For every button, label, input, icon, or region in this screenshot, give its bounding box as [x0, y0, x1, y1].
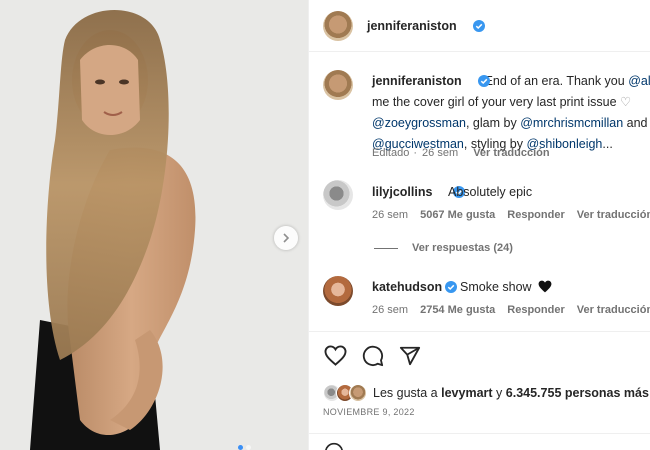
carousel-dot	[246, 445, 251, 450]
next-image-button[interactable]	[274, 226, 298, 250]
divider-line	[374, 247, 398, 249]
share-button[interactable]	[399, 345, 421, 372]
post-details-panel: jenniferaniston jenniferaniston End of a…	[308, 0, 650, 450]
view-replies-label: Ver respuestas (24)	[412, 242, 513, 254]
liker-username[interactable]: levymart	[441, 386, 492, 400]
post-actions	[309, 331, 650, 381]
caption-author-avatar[interactable]	[323, 70, 353, 100]
emoji-picker-button[interactable]	[324, 442, 344, 450]
comment-avatar[interactable]	[323, 180, 353, 210]
post-author-username[interactable]: jenniferaniston	[367, 19, 457, 33]
liker-avatar	[349, 384, 367, 402]
caption: jenniferaniston End of an era. Thank you…	[372, 71, 650, 155]
see-translation-link[interactable]: Ver traducción	[577, 209, 650, 221]
caption-ellipsis: ...	[602, 137, 613, 151]
view-replies-button[interactable]: Ver respuestas (24)	[374, 242, 513, 254]
caption-line1: End of an era. Thank you	[484, 74, 625, 88]
photo-illustration	[0, 0, 308, 450]
mention-link[interactable]: @mrchrismcmillan	[520, 116, 623, 130]
verified-badge-icon	[473, 20, 485, 32]
post-header: jenniferaniston	[309, 0, 650, 52]
post-image[interactable]	[0, 0, 308, 450]
comment-meta: 26 sem 2754 Me gusta Responder Ver traducci…	[372, 304, 650, 316]
reply-button[interactable]: Responder	[507, 304, 564, 316]
see-translation-link[interactable]: Ver traducción	[473, 147, 549, 159]
comment-time[interactable]: 26 sem	[372, 304, 408, 316]
likes-count[interactable]: 6.345.755 personas más	[506, 386, 649, 400]
caption-meta: Editado · 26 sem Ver traducción	[372, 147, 550, 159]
comment-time[interactable]: 26 sem	[372, 209, 408, 221]
carousel-dot	[238, 445, 243, 450]
edited-label: Editado	[372, 147, 410, 159]
chevron-right-icon	[283, 233, 290, 243]
comment-likes[interactable]: 5067 Me gusta	[420, 209, 495, 221]
comment-icon	[362, 345, 384, 367]
likes-connector: y	[496, 386, 503, 400]
comment-username[interactable]: lilyjcollins	[372, 185, 432, 199]
black-heart-emoji	[538, 280, 552, 298]
caption-time[interactable]: 26 sem	[422, 147, 458, 159]
heart-icon	[324, 345, 347, 366]
comment-text: Absolutely epic	[448, 185, 533, 199]
avatar[interactable]	[323, 11, 353, 41]
mention-link[interactable]: @zoeygrossman	[372, 116, 466, 130]
reply-button[interactable]: Responder	[507, 209, 564, 221]
caption-line3-tail: and	[626, 116, 648, 130]
verified-badge-icon	[445, 281, 457, 293]
comment-meta: 26 sem 5067 Me gusta Responder Ver traducci…	[372, 209, 650, 221]
verified-badge-icon	[478, 75, 490, 87]
mention-link[interactable]: @all	[628, 74, 650, 88]
like-button[interactable]	[324, 345, 347, 371]
see-translation-link[interactable]: Ver traducción	[577, 304, 650, 316]
comment-text: Smoke show	[460, 280, 532, 294]
caption-line2: me the cover girl of your very last prin…	[372, 95, 617, 109]
post-date: NOVIEMBRE 9, 2022	[323, 407, 415, 417]
comment-avatar[interactable]	[323, 276, 353, 306]
caption-username[interactable]: jenniferaniston	[372, 74, 462, 88]
comment-button[interactable]	[362, 345, 384, 372]
white-heart-emoji: ♡	[620, 95, 632, 109]
smiley-icon	[325, 442, 343, 450]
comment-username[interactable]: katehudson	[372, 280, 442, 294]
likes-prefix: Les gusta a	[373, 386, 438, 400]
carousel-indicator	[238, 445, 251, 450]
share-icon	[399, 346, 421, 366]
likes-text: Les gusta a levymart y 6.345.755 persona…	[373, 386, 649, 400]
add-comment-bar	[309, 433, 650, 450]
comment-likes[interactable]: 2754 Me gusta	[420, 304, 495, 316]
caption-line3-text: , glam by	[465, 116, 517, 130]
